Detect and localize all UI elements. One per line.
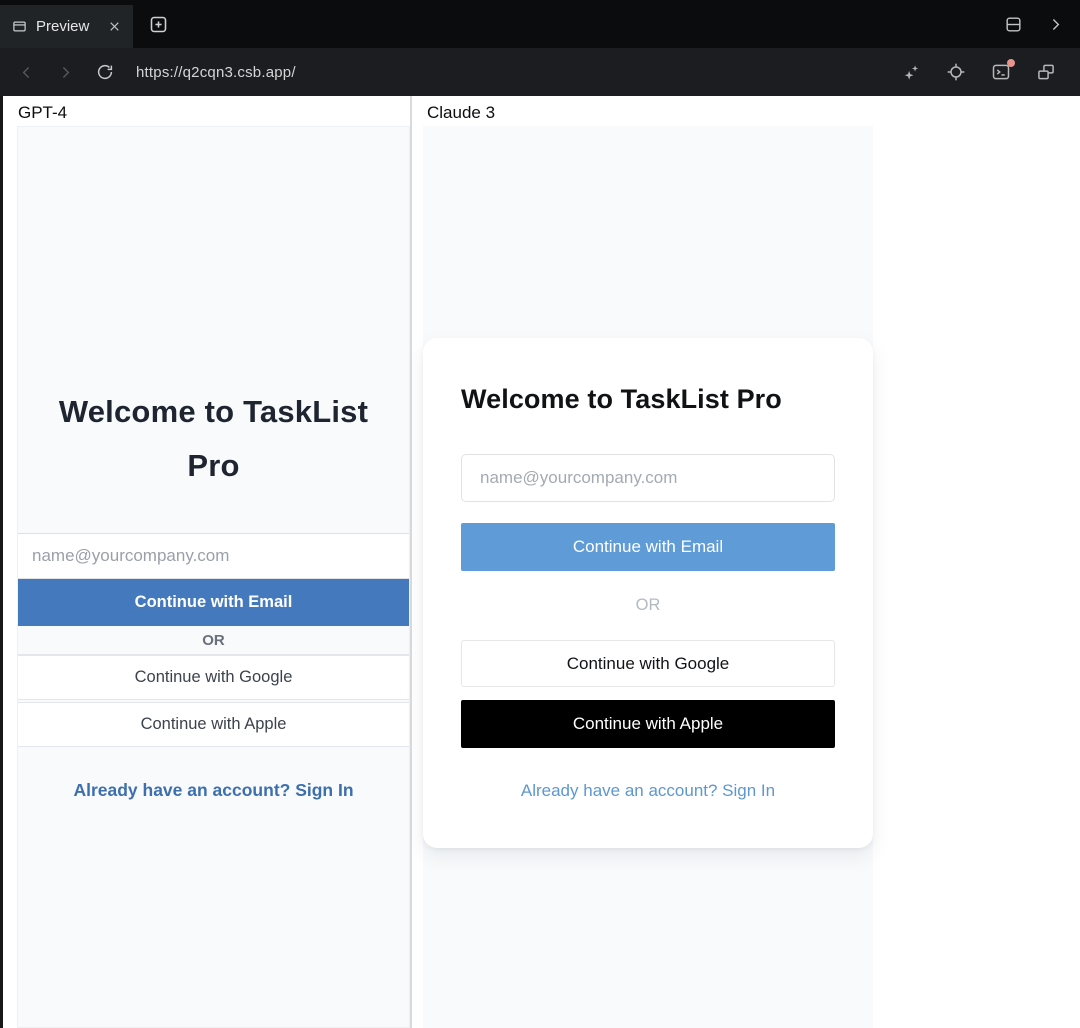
terminal-icon[interactable] xyxy=(991,62,1011,82)
continue-apple-button[interactable]: Continue with Apple xyxy=(461,700,835,748)
refresh-icon[interactable] xyxy=(92,59,118,85)
open-external-icon[interactable] xyxy=(1036,62,1056,82)
continue-email-button[interactable]: Continue with Email xyxy=(18,579,409,626)
preview-viewport: GPT-4 Claude 3 Welcome to TaskList Pro C… xyxy=(0,96,1080,1028)
browser-window-icon xyxy=(12,19,27,34)
signup-card: Welcome to TaskList Pro Continue with Em… xyxy=(423,338,873,848)
new-tab-icon[interactable] xyxy=(148,14,169,35)
window-edge xyxy=(0,96,3,1028)
target-cursor-icon[interactable] xyxy=(946,62,966,82)
continue-google-button[interactable]: Continue with Google xyxy=(461,640,835,687)
chevron-right-icon[interactable] xyxy=(1047,16,1064,33)
welcome-title: Welcome to TaskList Pro xyxy=(18,127,409,493)
model-label-claude3: Claude 3 xyxy=(427,103,495,123)
preview-tab-label: Preview xyxy=(36,18,99,35)
model-label-gpt4: GPT-4 xyxy=(18,103,67,123)
continue-email-button[interactable]: Continue with Email xyxy=(461,523,835,571)
close-tab-icon[interactable] xyxy=(108,20,121,33)
claude3-app-panel: Welcome to TaskList Pro Continue with Em… xyxy=(423,126,873,1028)
url-input[interactable]: https://q2cqn3.csb.app/ xyxy=(136,64,296,81)
signin-link[interactable]: Already have an account? Sign In xyxy=(461,781,835,801)
split-view-icon[interactable] xyxy=(1004,15,1023,34)
email-input[interactable] xyxy=(461,454,835,502)
panel-divider xyxy=(410,96,412,1028)
notification-dot xyxy=(1007,59,1015,67)
browser-tab-bar: Preview xyxy=(0,0,1080,48)
gpt4-app-panel: Welcome to TaskList Pro Continue with Em… xyxy=(17,126,410,1028)
preview-tab[interactable]: Preview xyxy=(0,5,133,48)
back-icon[interactable] xyxy=(14,60,39,85)
email-input[interactable] xyxy=(18,533,409,579)
or-divider: OR xyxy=(18,626,409,655)
ai-sparkles-icon[interactable] xyxy=(902,63,921,82)
continue-google-button[interactable]: Continue with Google xyxy=(18,655,409,700)
continue-apple-button[interactable]: Continue with Apple xyxy=(18,702,409,747)
signin-link[interactable]: Already have an account? Sign In xyxy=(18,780,409,801)
forward-icon[interactable] xyxy=(53,60,78,85)
browser-address-bar: https://q2cqn3.csb.app/ xyxy=(0,48,1080,96)
or-divider: OR xyxy=(461,596,835,615)
welcome-title: Welcome to TaskList Pro xyxy=(461,384,835,415)
